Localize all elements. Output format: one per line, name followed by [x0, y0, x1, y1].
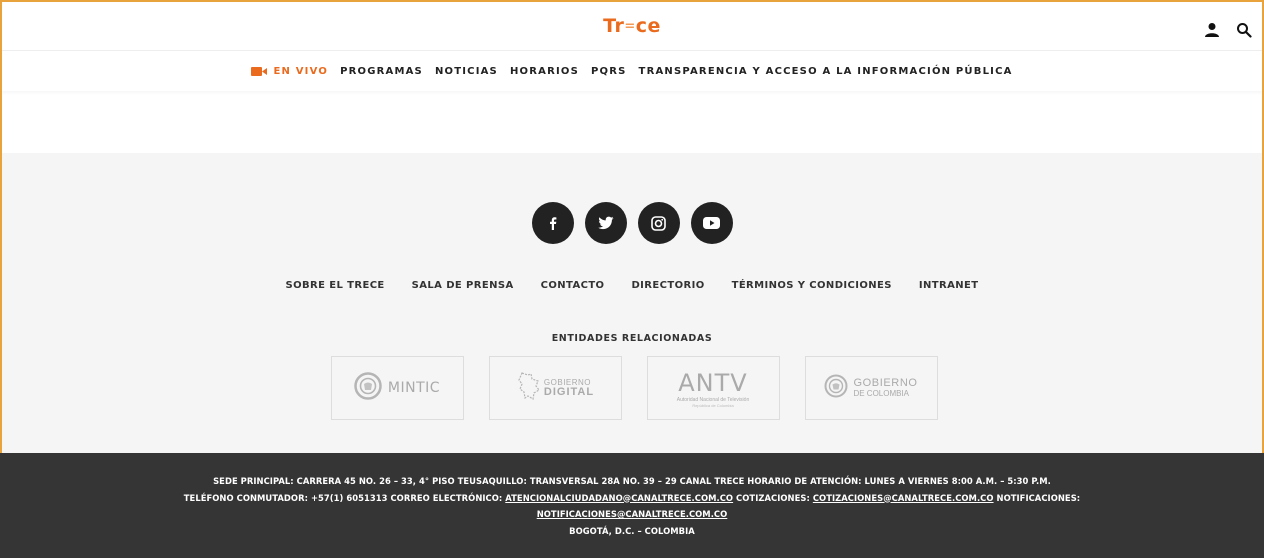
nav-item-horarios[interactable]: HORARIOS [510, 66, 579, 77]
antv-wordmark: ANTV [678, 368, 748, 397]
site-logo[interactable]: Tr=ce [603, 15, 661, 37]
logo-separator: = [624, 19, 636, 34]
antv-logo: ANTV Autoridad Nacional de Televisión Re… [677, 369, 749, 408]
email-quotes-link[interactable]: COTIZACIONES@CANALTRECE.COM.CO [813, 493, 994, 503]
nav-item-noticias[interactable]: NOTICIAS [435, 66, 498, 77]
entity-gobierno-colombia[interactable]: GOBIERNO DE COLOMBIA [804, 356, 938, 420]
gobierno-colombia-line2: DE COLOMBIA [853, 388, 910, 398]
entity-gobierno-digital[interactable]: GOBIERNO DIGITAL [488, 356, 622, 420]
youtube-icon[interactable] [690, 202, 733, 244]
twitter-icon[interactable] [584, 202, 627, 244]
entity-antv[interactable]: ANTV Autoridad Nacional de Televisión Re… [646, 356, 780, 420]
footer-contact-info: SEDE PRINCIPAL: CARRERA 45 NO. 26 – 33, … [0, 453, 1264, 558]
colombia-seal-icon [824, 374, 848, 403]
top-icons [1204, 22, 1254, 40]
colombia-seal-icon [354, 371, 382, 405]
footer-quotes-label: COTIZACIONES: [733, 492, 813, 503]
footer-links: SOBRE EL TRECE SALA DE PRENSA CONTACTO D… [2, 280, 1262, 291]
top-bar: Tr=ce [2, 2, 1262, 51]
nav-live-label: EN VIVO [273, 65, 329, 77]
logo-text-right: ce [635, 15, 661, 37]
nav-item-programas[interactable]: PROGRAMAS [340, 66, 423, 77]
nav-item-pqrs[interactable]: PQRS [591, 66, 627, 77]
footer-link-terminos[interactable]: TÉRMINOS Y CONDICIONES [732, 280, 892, 291]
video-camera-icon [251, 66, 268, 77]
user-icon[interactable] [1204, 22, 1222, 40]
instagram-icon[interactable] [637, 202, 680, 244]
footer-link-intranet[interactable]: INTRANET [919, 280, 979, 291]
gobierno-digital-logo: GOBIERNO DIGITAL [516, 371, 594, 406]
email-citizen-link[interactable]: ATENCIONALCIUDADANO@CANALTRECE.COM.CO [505, 493, 733, 503]
entity-mintic-label: MINTIC [387, 380, 441, 396]
logo-text-left: Tr [603, 15, 625, 37]
entity-mintic[interactable]: MINTIC [330, 356, 464, 420]
gobierno-colombia-logo: GOBIERNO DE COLOMBIA [824, 374, 917, 403]
footer-link-sobre[interactable]: SOBRE EL TRECE [286, 280, 385, 291]
footer-link-contacto[interactable]: CONTACTO [541, 280, 605, 291]
gobierno-colombia-line1: GOBIERNO [853, 377, 918, 390]
footer-contact-line: TELÉFONO CONMUTADOR: +57(1) 6051313 CORR… [0, 490, 1264, 507]
footer-city: BOGOTÁ, D.C. – COLOMBIA [569, 525, 695, 536]
antv-country: República de Colombia [692, 402, 734, 408]
entities-title: ENTIDADES RELACIONADAS [551, 333, 713, 344]
footer-link-directorio[interactable]: DIRECTORIO [631, 280, 704, 291]
social-links [2, 202, 1262, 244]
footer-phone-text: TELÉFONO CONMUTADOR: +57(1) 6051313 CORR… [183, 492, 506, 503]
search-icon[interactable] [1236, 22, 1254, 40]
nav-item-live[interactable]: EN VIVO [251, 66, 328, 77]
related-entities: MINTIC GOBIERNO DIGITAL ANTV Autoridad N… [2, 356, 1262, 420]
main-nav: EN VIVO PROGRAMAS NOTICIAS HORARIOS PQRS… [2, 51, 1262, 91]
email-notif-link[interactable]: NOTIFICACIONES@CANALTRECE.COM.CO [537, 509, 728, 519]
footer-light: SOBRE EL TRECE SALA DE PRENSA CONTACTO D… [2, 153, 1262, 456]
footer-address-line: SEDE PRINCIPAL: CARRERA 45 NO. 26 – 33, … [213, 476, 1051, 486]
facebook-icon[interactable] [531, 202, 574, 244]
nav-item-transparencia[interactable]: TRANSPARENCIA Y ACCESO A LA INFORMACIÓN … [639, 66, 1013, 77]
gobierno-digital-line2: DIGITAL [543, 385, 595, 398]
footer-notif-line: NOTIFICACIONES@CANALTRECE.COM.CO [0, 506, 1264, 523]
footer-notif-label: NOTIFICACIONES: [993, 492, 1081, 503]
colombia-map-icon [516, 371, 542, 406]
footer-link-prensa[interactable]: SALA DE PRENSA [412, 280, 514, 291]
